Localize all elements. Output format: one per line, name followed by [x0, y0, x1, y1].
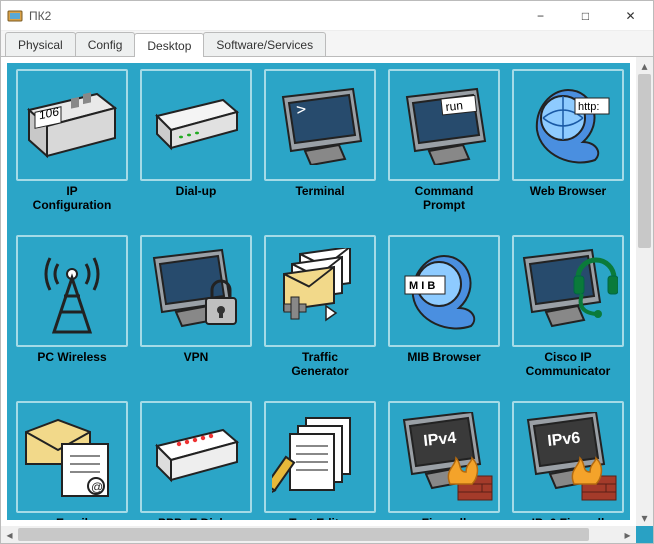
window-title: ПК2	[29, 9, 518, 23]
firewall-icon[interactable]: IPv4	[388, 401, 500, 513]
app-label: PC Wireless	[37, 351, 106, 365]
ip-config-icon[interactable]: 106	[16, 69, 128, 181]
mib-icon[interactable]: M I B	[388, 235, 500, 347]
app-mib: M I B MIB Browser	[385, 235, 503, 395]
app-label: IP Configuration	[33, 185, 112, 213]
app-pppoe: PPPoE Dialer	[137, 401, 255, 520]
web-icon[interactable]: http:	[512, 69, 624, 181]
tab-desktop[interactable]: Desktop	[134, 33, 204, 57]
scroll-corner	[636, 526, 653, 543]
app-label: Text Editor	[289, 517, 351, 520]
app-label: Firewall	[422, 517, 467, 520]
scrollbar-vertical[interactable]: ▴ ▾	[636, 57, 653, 526]
app-label: MIB Browser	[407, 351, 480, 365]
app-label: Dial-up	[176, 185, 217, 199]
svg-text:@: @	[91, 480, 103, 494]
scroll-thumb[interactable]	[638, 74, 651, 248]
cisco-ip-icon[interactable]	[512, 235, 624, 347]
tab-physical[interactable]: Physical	[5, 32, 76, 56]
content-pane: 106 IP Configuration Dial-up > Terminal …	[1, 57, 653, 543]
app-label: Email	[56, 517, 88, 520]
app-grid: 106 IP Configuration Dial-up > Terminal …	[7, 63, 630, 520]
scroll-track[interactable]	[18, 526, 619, 543]
pppoe-icon[interactable]	[140, 401, 252, 513]
tab-software-services[interactable]: Software/Services	[203, 32, 326, 56]
titlebar: ПК2 − □ ✕	[1, 1, 653, 31]
svg-text:M I B: M I B	[409, 280, 435, 292]
app-label: IPv6 Firewall	[532, 517, 605, 520]
app-label: PPPoE Dialer	[158, 517, 234, 520]
svg-text:http:: http:	[578, 101, 599, 113]
scroll-up-icon[interactable]: ▴	[636, 57, 653, 74]
app-cisco-ip: Cisco IP Communicator	[509, 235, 627, 395]
scroll-left-icon[interactable]: ◂	[1, 526, 18, 543]
app-label: Terminal	[295, 185, 344, 199]
app-firewall6: IPv6 IPv6 Firewall	[509, 401, 627, 520]
desktop-area: 106 IP Configuration Dial-up > Terminal …	[7, 63, 630, 520]
texteditor-icon[interactable]	[264, 401, 376, 513]
app-ip-config: 106 IP Configuration	[13, 69, 131, 229]
wireless-icon[interactable]	[16, 235, 128, 347]
app-cmd: run Command Prompt	[385, 69, 503, 229]
tab-config[interactable]: Config	[75, 32, 136, 56]
scroll-track[interactable]	[636, 74, 653, 509]
scroll-thumb[interactable]	[18, 528, 589, 541]
app-vpn: VPN	[137, 235, 255, 395]
cmd-icon[interactable]: run	[388, 69, 500, 181]
app-firewall: IPv4 Firewall	[385, 401, 503, 520]
app-email: @ Email	[13, 401, 131, 520]
app-label: Cisco IP Communicator	[526, 351, 611, 379]
traffic-icon[interactable]	[264, 235, 376, 347]
app-label: Traffic Generator	[291, 351, 348, 379]
app-dialup: Dial-up	[137, 69, 255, 229]
app-label: Command Prompt	[415, 185, 474, 213]
app-texteditor: Text Editor	[261, 401, 379, 520]
maximize-button[interactable]: □	[563, 1, 608, 30]
app-icon	[7, 8, 23, 24]
close-button[interactable]: ✕	[608, 1, 653, 30]
scroll-right-icon[interactable]: ▸	[619, 526, 636, 543]
scrollbar-horizontal[interactable]: ◂ ▸	[1, 526, 653, 543]
app-traffic: Traffic Generator	[261, 235, 379, 395]
terminal-icon[interactable]: >	[264, 69, 376, 181]
scroll-down-icon[interactable]: ▾	[636, 509, 653, 526]
dialup-icon[interactable]	[140, 69, 252, 181]
minimize-button[interactable]: −	[518, 1, 563, 30]
app-window: ПК2 − □ ✕ Physical Config Desktop Softwa…	[0, 0, 654, 544]
app-terminal: > Terminal	[261, 69, 379, 229]
svg-text:>: >	[295, 99, 307, 119]
window-controls: − □ ✕	[518, 1, 653, 30]
firewall6-icon[interactable]: IPv6	[512, 401, 624, 513]
email-icon[interactable]: @	[16, 401, 128, 513]
app-wireless: PC Wireless	[13, 235, 131, 395]
svg-text:run: run	[445, 98, 464, 114]
svg-text:IPv4: IPv4	[423, 430, 458, 450]
tab-bar: Physical Config Desktop Software/Service…	[1, 31, 653, 57]
svg-text:IPv6: IPv6	[547, 430, 582, 450]
app-label: Web Browser	[530, 185, 606, 199]
vpn-icon[interactable]	[140, 235, 252, 347]
app-label: VPN	[184, 351, 209, 365]
app-web: http: Web Browser	[509, 69, 627, 229]
